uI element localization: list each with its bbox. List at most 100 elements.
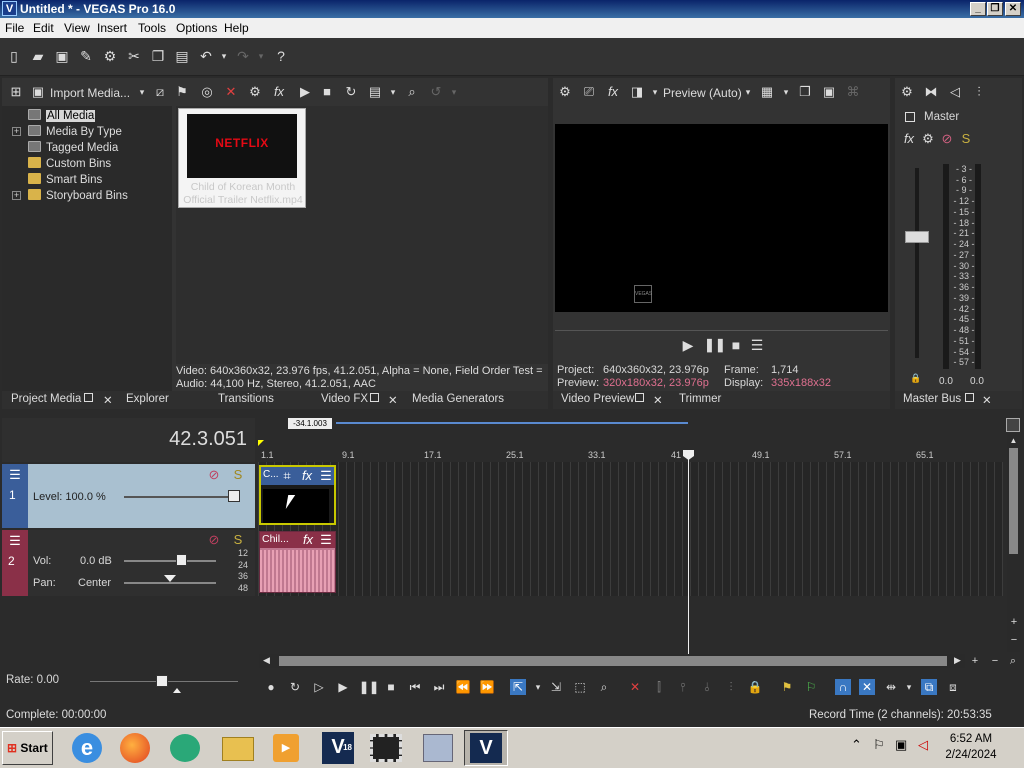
- tab-close-icon[interactable]: ✕: [388, 393, 398, 407]
- tab-video-fx[interactable]: Video FX: [321, 393, 368, 405]
- timeline-corner-button[interactable]: [1006, 418, 1020, 432]
- auto-crossfade-icon[interactable]: ✕: [859, 679, 875, 695]
- tab-media-generators[interactable]: Media Generators: [412, 393, 504, 405]
- overlays-grid-icon[interactable]: ▦: [759, 84, 775, 100]
- record-icon[interactable]: ●: [263, 679, 279, 695]
- lock-icon[interactable]: 🔒: [908, 370, 924, 386]
- internet-explorer-icon[interactable]: e: [70, 731, 106, 765]
- action-center-flag-icon[interactable]: ⚐: [873, 737, 885, 753]
- tab-project-media[interactable]: Project Media: [11, 393, 81, 405]
- refresh-icon[interactable]: ↺: [428, 84, 444, 100]
- timecode-display[interactable]: 42.3.051: [169, 428, 247, 451]
- redo-dropdown-icon[interactable]: ▾: [253, 48, 269, 64]
- tab-undock-icon[interactable]: [370, 393, 379, 405]
- solo-icon[interactable]: S: [958, 131, 974, 147]
- trim-start-icon[interactable]: ⫯: [675, 679, 691, 695]
- media-properties-icon[interactable]: ⚙: [247, 84, 263, 100]
- menu-edit[interactable]: Edit: [33, 21, 54, 35]
- menu-insert[interactable]: Insert: [97, 21, 127, 35]
- refresh-dropdown-icon[interactable]: ▾: [446, 84, 462, 100]
- preview-play-icon[interactable]: ▶: [680, 337, 696, 353]
- tab-video-preview[interactable]: Video Preview: [561, 393, 634, 405]
- vegas-16-taskbar-button[interactable]: V: [464, 730, 508, 766]
- dim-output-icon[interactable]: ◁: [947, 84, 963, 100]
- tab-transitions[interactable]: Transitions: [218, 393, 274, 405]
- tab-close-icon[interactable]: ✕: [653, 393, 663, 407]
- firefox-icon[interactable]: [118, 731, 154, 765]
- scroll-thumb[interactable]: [1009, 448, 1018, 554]
- tab-master-bus[interactable]: Master Bus: [903, 393, 961, 405]
- tree-item-custom-bins[interactable]: Custom Bins: [28, 157, 111, 170]
- preview-quality-select[interactable]: Preview (Auto): [663, 86, 742, 100]
- tree-item-smart-bins[interactable]: Smart Bins: [28, 173, 102, 186]
- timeline-horizontal-scrollbar[interactable]: ◀ ▶: [259, 654, 965, 668]
- pan-slider-track[interactable]: [124, 582, 216, 584]
- video-track-header[interactable]: ☰ 1 ⊘ S Level: 100.0 %: [2, 464, 255, 528]
- save-icon[interactable]: ▣: [54, 48, 70, 64]
- loop-region-bar[interactable]: [336, 422, 688, 424]
- tree-item-all-media[interactable]: All Media: [28, 109, 96, 122]
- copy-icon[interactable]: ❐: [150, 48, 166, 64]
- track-solo-icon[interactable]: S: [230, 532, 246, 548]
- automation-icon[interactable]: ⚙: [920, 131, 936, 147]
- insert-region-icon[interactable]: ⚐: [803, 679, 819, 695]
- clip-fx-icon[interactable]: fx: [299, 468, 315, 484]
- vegas-app-icon[interactable]: V: [2, 1, 17, 16]
- lock-envelopes-icon[interactable]: ⧉: [921, 679, 937, 695]
- split-icon[interactable]: ⫶: [723, 679, 739, 695]
- whats-this-help-icon[interactable]: ?: [273, 48, 289, 64]
- clip-fx-icon[interactable]: fx: [300, 532, 316, 548]
- track-solo-icon[interactable]: S: [230, 467, 246, 483]
- zoom-out-vertical-icon[interactable]: −: [1006, 632, 1022, 648]
- menu-options[interactable]: Options: [176, 21, 217, 35]
- close-button[interactable]: ✕: [1005, 2, 1021, 16]
- vegas-18-taskbar-icon[interactable]: V 18: [320, 731, 356, 765]
- web-media-icon[interactable]: ◎: [199, 84, 215, 100]
- mixer-icon[interactable]: ⫶: [971, 84, 987, 100]
- media-thumbnail-card[interactable]: NETFLIX Child of Korean Month Official T…: [178, 108, 306, 208]
- import-dropdown-icon[interactable]: ▾: [134, 84, 150, 100]
- video-clip[interactable]: C... ⌗ fx ☰: [259, 465, 336, 525]
- tab-close-icon[interactable]: ✕: [103, 393, 113, 407]
- downmix-icon[interactable]: ⧓: [923, 84, 939, 100]
- redo-icon[interactable]: ↷: [235, 48, 251, 64]
- play-icon[interactable]: ▶: [335, 679, 351, 695]
- expand-icon[interactable]: +: [12, 127, 21, 136]
- crop-icon[interactable]: ⌗: [279, 468, 295, 484]
- expand-icon[interactable]: +: [12, 191, 21, 200]
- tree-item-tagged-media[interactable]: Tagged Media: [28, 141, 118, 154]
- media-player-icon[interactable]: ▶: [268, 731, 304, 765]
- volume-slider-track[interactable]: [124, 560, 216, 562]
- preview-menu-icon[interactable]: ☰: [749, 337, 765, 353]
- capture-icon[interactable]: ⧄: [152, 84, 168, 100]
- restore-button[interactable]: ❐: [987, 2, 1003, 16]
- control-panel-icon[interactable]: [420, 731, 456, 765]
- pan-slider-handle[interactable]: [164, 575, 176, 582]
- edit-tool-dropdown-icon[interactable]: ▾: [530, 679, 546, 695]
- properties-gear-icon[interactable]: ⚙: [102, 48, 118, 64]
- master-checkbox[interactable]: [905, 112, 915, 122]
- auto-ripple-icon[interactable]: ⇹: [883, 679, 899, 695]
- split-dropdown-icon[interactable]: ▾: [647, 84, 663, 100]
- zoom-tool-icon[interactable]: ⌕: [1005, 653, 1021, 669]
- film-app-icon[interactable]: [368, 731, 404, 765]
- preview-properties-gear-icon[interactable]: ⚙: [557, 84, 573, 100]
- undo-icon[interactable]: ↶: [198, 48, 214, 64]
- envelope-tool-icon[interactable]: ⇲: [548, 679, 564, 695]
- track-menu-icon[interactable]: ☰: [7, 467, 23, 483]
- show-hidden-icons-icon[interactable]: ⌃: [851, 737, 862, 753]
- save-as-icon[interactable]: ✎: [78, 48, 94, 64]
- next-frame-icon[interactable]: ⏩: [479, 679, 495, 695]
- tree-item-storyboard-bins[interactable]: + Storyboard Bins: [12, 189, 128, 202]
- undo-dropdown-icon[interactable]: ▾: [216, 48, 232, 64]
- file-explorer-icon[interactable]: [220, 731, 256, 765]
- delete-icon[interactable]: ✕: [627, 679, 643, 695]
- tab-undock-icon[interactable]: [635, 393, 644, 405]
- snapping-icon[interactable]: ∩: [835, 679, 851, 695]
- zoom-in-horizontal-icon[interactable]: +: [967, 653, 983, 669]
- master-settings-gear-icon[interactable]: ⚙: [899, 84, 915, 100]
- scroll-up-icon[interactable]: ▲: [1007, 436, 1020, 446]
- insert-marker-icon[interactable]: ⚑: [779, 679, 795, 695]
- tab-undock-icon[interactable]: [84, 393, 93, 405]
- scroll-left-icon[interactable]: ◀: [263, 655, 270, 666]
